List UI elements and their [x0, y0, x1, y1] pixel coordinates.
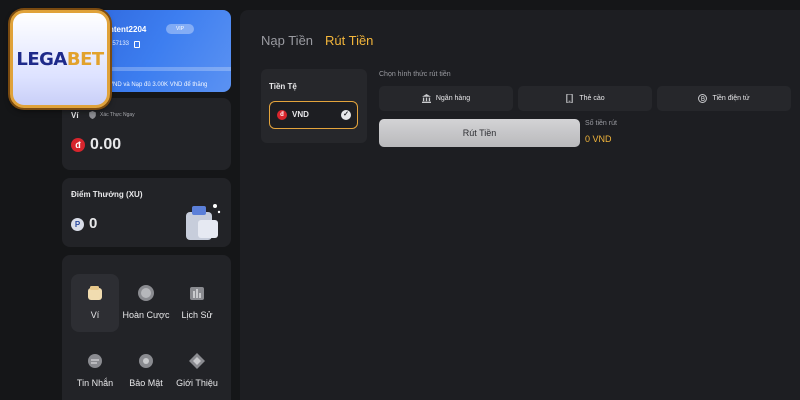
phone-card-icon: [566, 94, 574, 103]
menu-label-history: Lịch Sử: [181, 310, 213, 320]
currency-panel: Tiền Tệ đ VND ✓: [261, 69, 367, 143]
message-icon: [88, 354, 102, 368]
verify-now-link[interactable]: Xác Thực Ngay: [100, 112, 135, 118]
points-title: Điểm Thưởng (XU): [71, 190, 143, 199]
menu-item-wallet[interactable]: Ví: [71, 274, 119, 332]
logo-text: LEGABET: [16, 48, 104, 70]
dong-symbol: đ: [75, 140, 81, 150]
menu-label-referral: Giới Thiệu: [176, 378, 218, 388]
crypto-icon: [698, 94, 708, 103]
withdraw-method-label: Chọn hình thức rút tiền: [379, 71, 451, 78]
brand-logo[interactable]: LEGABET: [10, 10, 110, 108]
wallet-title: Ví: [71, 111, 79, 120]
cashback-coin-icon: [138, 285, 154, 301]
user-id: 157133: [109, 41, 130, 47]
currency-label: VND: [292, 110, 309, 119]
copy-icon[interactable]: [134, 41, 140, 48]
shield-icon: [89, 111, 96, 119]
referral-icon: [189, 353, 205, 369]
withdraw-panel: Nạp Tiền Rút Tiền Tiền Tệ đ VND ✓ Chọn h…: [240, 10, 800, 400]
menu-item-history[interactable]: Lịch Sử: [173, 274, 221, 332]
method-card-label: Thẻ cào: [579, 95, 605, 102]
menu-label-cashback: Hoàn Cược: [122, 310, 170, 320]
check-icon: ✓: [341, 110, 351, 120]
currency-title: Tiền Tệ: [269, 82, 297, 91]
withdraw-amount-value: 0 VND: [585, 134, 612, 144]
wallet-card: Ví Xác Thực Ngay đ 0.00: [62, 98, 231, 170]
method-bank-label: Ngân hàng: [435, 95, 471, 102]
withdraw-amount-label: Số tiền rút: [585, 120, 617, 127]
username: ntent2204: [109, 25, 147, 34]
menu-label-security: Bảo Mật: [129, 378, 163, 388]
security-icon: [139, 354, 153, 368]
menu-item-referral[interactable]: Giới Thiệu: [173, 342, 221, 400]
bank-icon: [421, 94, 431, 103]
method-crypto-label: Tiền điện tử: [712, 95, 750, 102]
menu-label-wallet: Ví: [90, 310, 100, 320]
xu-icon: P: [71, 218, 84, 231]
withdraw-submit-button[interactable]: Rút Tiền: [379, 119, 580, 147]
tab-deposit[interactable]: Nạp Tiền: [261, 33, 313, 48]
reward-illustration-icon: [186, 204, 221, 240]
points-value: 0: [89, 215, 98, 232]
menu-item-messages[interactable]: Tin Nhắn: [71, 342, 119, 400]
menu-item-cashback[interactable]: Hoàn Cược: [122, 274, 170, 332]
currency-option-vnd[interactable]: đ VND ✓: [269, 101, 358, 129]
dong-icon: đ: [277, 110, 287, 120]
menu-label-messages: Tin Nhắn: [76, 378, 114, 388]
points-card: Điểm Thưởng (XU) P 0: [62, 178, 231, 247]
method-bank-button[interactable]: Ngân hàng: [379, 86, 513, 111]
account-menu: Ví Hoàn Cược Lịch Sử Tin Nhắn Bảo Mật Gi…: [62, 255, 231, 400]
vip-progress-bar: [109, 67, 231, 71]
vip-progress-note: VND và Nạp đủ 3.00K VND để thăng: [109, 82, 208, 88]
method-card-button[interactable]: Thẻ cào: [518, 86, 652, 111]
history-icon: [190, 287, 204, 300]
method-crypto-button[interactable]: Tiền điện tử: [657, 86, 791, 111]
vip-badge: VIP: [166, 24, 194, 34]
wallet-balance: 0.00: [90, 136, 122, 153]
menu-item-security[interactable]: Bảo Mật: [122, 342, 170, 400]
tab-withdraw[interactable]: Rút Tiền: [325, 33, 373, 48]
wallet-icon: [88, 286, 102, 300]
